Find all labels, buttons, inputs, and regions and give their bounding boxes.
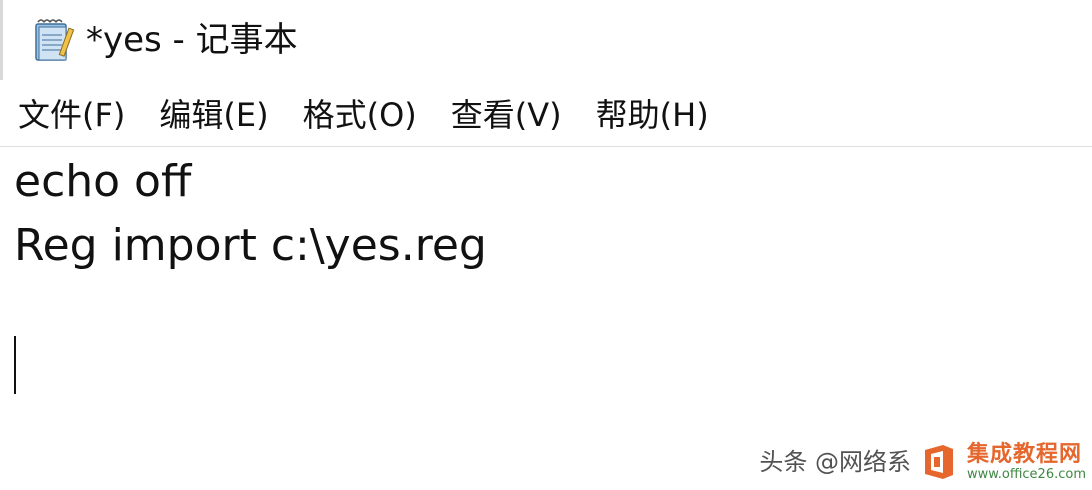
menu-divider (0, 146, 1092, 147)
text-caret (14, 336, 16, 394)
editor-line: echo off (14, 156, 192, 207)
watermark-brand-url: www.office26.com (967, 466, 1086, 482)
editor-line: Reg import c:\yes.reg (14, 220, 487, 271)
notepad-icon (35, 19, 75, 61)
title-bar[interactable]: *yes - 记事本 (0, 0, 1092, 82)
watermark-brand-name: 集成教程网 (967, 441, 1083, 467)
watermark-text: 头条 @网络系 (759, 448, 912, 476)
watermark: 头条 @网络系 集成教程网 www.office26.com (759, 442, 1086, 482)
menu-edit[interactable]: 编辑(E) (139, 89, 282, 141)
window-title: *yes - 记事本 (86, 20, 298, 60)
menu-format[interactable]: 格式(O) (283, 89, 431, 141)
menu-bar: 文件(F) 编辑(E) 格式(O) 查看(V) 帮助(H) (0, 84, 1092, 146)
menu-file[interactable]: 文件(F) (0, 89, 139, 141)
text-editor[interactable]: echo off Reg import c:\yes.reg (0, 148, 1092, 490)
notepad-window: *yes - 记事本 文件(F) 编辑(E) 格式(O) 查看(V) 帮助(H)… (0, 0, 1092, 490)
office-logo-icon (925, 445, 954, 479)
menu-view[interactable]: 查看(V) (431, 89, 576, 141)
watermark-brand: 集成教程网 www.office26.com (967, 441, 1086, 482)
menu-help[interactable]: 帮助(H) (576, 89, 723, 141)
